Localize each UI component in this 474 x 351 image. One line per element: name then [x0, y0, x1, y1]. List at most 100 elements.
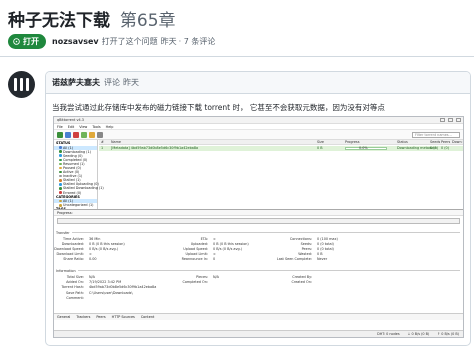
- info-value: 4bd59ab73d0b8e5d6c30f9b1a42eba8a: [89, 285, 157, 290]
- row-seeds: 0 (0): [430, 146, 439, 150]
- options-icon: [97, 131, 103, 138]
- issue-state-label: 打开: [23, 37, 39, 46]
- filter-icon: [59, 199, 62, 203]
- info-value: 0 (0 total): [317, 242, 334, 246]
- column-header: Progress: [345, 140, 360, 144]
- delete-icon: [73, 131, 79, 138]
- info-value: 0 B/s (0 B/s avg.): [213, 247, 243, 251]
- properties-tab: Trackers: [76, 315, 91, 319]
- info-value: 0 (0 total): [317, 247, 334, 251]
- statusbar-item: ↓ 0 B/s (0 B): [407, 332, 430, 336]
- sidebar-item-label: Uncategorized (1): [63, 203, 94, 208]
- filter-icon: [59, 204, 62, 207]
- client-statusbar: DHT: 0 nodes ↓ 0 B/s (0 B) ↑ 0 B/s (0 B): [54, 330, 463, 337]
- statusbar-item: ↑ 0 B/s (0 B): [437, 332, 459, 336]
- row-size: 0 B: [317, 146, 323, 150]
- table-row: 1 [Metadata] 4bd59ab73d0b8e5d6c30f9b1a42…: [99, 146, 463, 151]
- filter-icon: [59, 166, 62, 170]
- issue-number: 第65章: [119, 11, 176, 31]
- issue-author-link[interactable]: nozsavsev: [52, 37, 99, 46]
- client-sidebar: STATUS All (1) Downloading (1) Seeding (0) C…: [54, 140, 106, 253]
- info-key: Pieces:: [196, 275, 208, 279]
- info-value: C:\Users\user\Downloads\: [89, 290, 133, 295]
- statusbar-item: DHT: 0 nodes: [377, 332, 400, 336]
- client-titlebar: qBittorrent v4.3: [54, 117, 463, 124]
- info-value: ∞: [213, 252, 216, 256]
- minimize-icon: [440, 118, 445, 122]
- issue-time[interactable]: 昨天: [161, 36, 177, 47]
- client-screenshot: qBittorrent v4.3 File Edit View Tools Help F…: [53, 116, 464, 338]
- filter-icon: [59, 174, 62, 178]
- filter-icon: [59, 179, 62, 182]
- comment-author-link[interactable]: 诺兹萨夫塞夫: [52, 77, 100, 88]
- torrent-list: # Name Size Progress Status SeedsPeersDown Sp…: [99, 140, 463, 209]
- info-value: Never: [317, 257, 328, 261]
- filter-icon: [59, 158, 62, 162]
- info-value: 7/19/2022 3:42 PM: [89, 280, 122, 285]
- info-key: Peers:: [301, 247, 312, 251]
- info-key: Uploaded:: [190, 242, 208, 246]
- add-torrent-icon: [57, 131, 63, 138]
- info-value: 0.00: [89, 257, 97, 261]
- add-link-icon: [65, 131, 71, 138]
- info-key: Download Speed:: [54, 247, 84, 251]
- issue-comment-count: · 7 条评论: [178, 37, 216, 46]
- menu-item: Help: [105, 124, 114, 129]
- client-title: qBittorrent v4.3: [57, 118, 84, 122]
- filter-icon: [59, 162, 62, 166]
- info-value: 0 B/s (0 B/s avg.): [89, 247, 119, 251]
- info-value: ∞: [213, 237, 216, 241]
- filter-icon: [59, 170, 62, 174]
- resume-icon: [81, 131, 87, 138]
- properties-tab: HTTP Sources: [111, 315, 135, 319]
- info-key: Upload Limit:: [185, 252, 208, 256]
- info-value: N/A: [213, 275, 219, 279]
- information-section: Information Total Size: N/A Pieces: N/A Crea…: [56, 269, 460, 310]
- info-value: ∞: [89, 252, 92, 256]
- filter-icon: [59, 187, 62, 190]
- properties-tab: Peers: [96, 315, 106, 319]
- column-header: Down Speed: [452, 140, 463, 144]
- issue-title: 种子无法下载: [8, 11, 110, 31]
- row-index: 1: [101, 146, 104, 150]
- comment-time[interactable]: 昨天: [123, 77, 139, 88]
- close-icon: [456, 118, 461, 122]
- menu-item: View: [79, 124, 88, 129]
- filter-icon: [59, 154, 62, 157]
- issue-opened-icon: [13, 38, 20, 45]
- properties-tab: General: [57, 315, 71, 319]
- properties-panel: Progress: Transfer Time Active: 36 Min ETA…: [54, 210, 463, 328]
- info-key: Created By:: [292, 275, 312, 279]
- comment-box: 诺兹萨夫塞夫 评论 昨天 当我尝试通过此存储库中发布的磁力链接下载 torren…: [45, 71, 471, 346]
- transfer-title: Transfer: [56, 231, 72, 235]
- transfer-section: Transfer Time Active: 36 Min ETA: ∞ Connecti…: [54, 231, 460, 264]
- progress-bar: [57, 218, 460, 224]
- info-key: Connections:: [289, 237, 312, 241]
- menu-item: Tools: [92, 124, 101, 129]
- info-key: Time Active:: [62, 237, 84, 241]
- info-key: Torrent Hash:: [61, 285, 84, 290]
- column-header: Status: [397, 140, 408, 144]
- info-key: Completed On:: [182, 280, 208, 285]
- pause-icon: [89, 131, 95, 138]
- comment-action: 评论: [104, 78, 120, 87]
- issue-state-badge: 打开: [8, 34, 46, 49]
- info-key: Share Ratio:: [63, 257, 84, 261]
- info-value: 0 B: [317, 252, 323, 256]
- filter-icon: [59, 183, 62, 186]
- info-value: 0 (100 max): [317, 237, 338, 241]
- issue-title-line: 种子无法下载 第65章: [8, 6, 176, 31]
- comment-header: 诺兹萨夫塞夫 评论 昨天: [46, 72, 470, 94]
- info-key: Upload Speed:: [183, 247, 208, 251]
- column-header: Peers: [441, 140, 451, 144]
- menu-item: File: [57, 124, 63, 129]
- info-key: ETA:: [200, 237, 208, 241]
- info-key: Last Seen Complete:: [276, 257, 312, 261]
- properties-tab: Content: [140, 315, 155, 319]
- avatar[interactable]: [8, 71, 35, 98]
- issue-meta: 打开 nozsavsev 打开了这个问题 昨天 · 7 条评论: [8, 33, 215, 50]
- info-key: Added On:: [66, 280, 84, 285]
- info-value: 0: [213, 257, 216, 261]
- issue-action: 打开了这个问题: [101, 37, 158, 46]
- properties-tabs: General Trackers Peers HTTP Sources Content: [54, 313, 463, 320]
